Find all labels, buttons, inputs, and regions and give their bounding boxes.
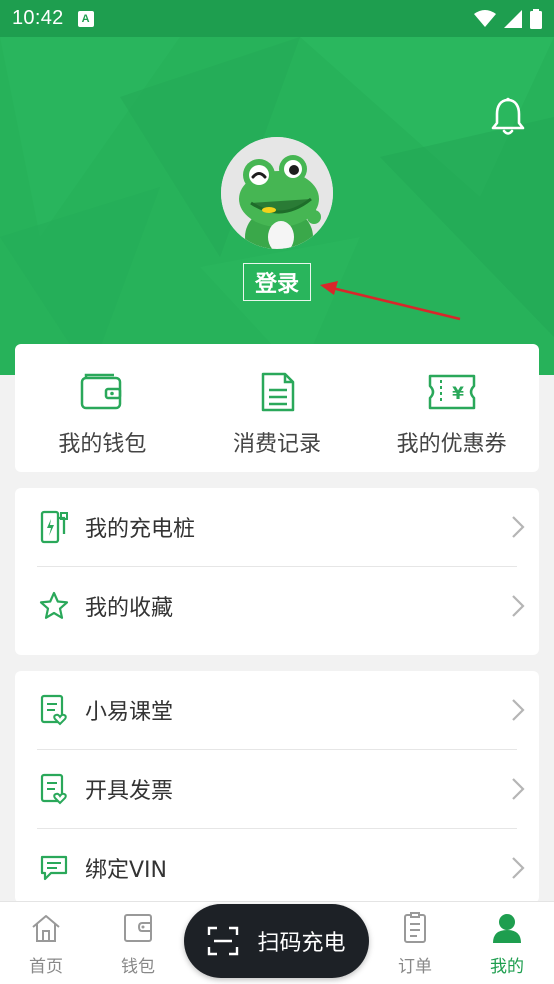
charger-icon bbox=[39, 510, 69, 544]
bell-icon[interactable] bbox=[490, 97, 526, 137]
order-icon bbox=[404, 912, 426, 943]
star-icon bbox=[39, 589, 69, 623]
nav-label: 我的 bbox=[490, 957, 524, 977]
quick-actions-card: 我的钱包 消费记录 ¥ 我的优惠券 bbox=[15, 344, 539, 472]
status-time: 10:42 bbox=[12, 7, 64, 29]
scan-charge-label: 扫码充电 bbox=[257, 931, 346, 956]
chevron-right-icon bbox=[512, 778, 525, 800]
menu-item-label: 小易课堂 bbox=[85, 700, 174, 725]
menu-item-my-charger[interactable]: 我的充电桩 bbox=[15, 488, 539, 566]
scan-icon bbox=[208, 926, 239, 956]
nav-profile[interactable]: 我的 bbox=[477, 912, 537, 977]
frog-mascot-icon bbox=[221, 137, 333, 249]
scan-charge-button[interactable]: 扫码充电 bbox=[184, 904, 369, 978]
menu-item-classroom[interactable]: 小易课堂 bbox=[15, 671, 539, 749]
login-button[interactable]: 登录 bbox=[243, 263, 311, 301]
menu-group-1: 我的充电桩 我的收藏 bbox=[15, 488, 539, 655]
chevron-right-icon bbox=[512, 857, 525, 879]
wifi-icon bbox=[474, 9, 496, 27]
profile-header: 登录 bbox=[0, 37, 554, 375]
nav-home[interactable]: 首页 bbox=[16, 912, 76, 977]
nav-wallet[interactable]: 钱包 bbox=[108, 912, 168, 977]
nav-label: 订单 bbox=[398, 957, 432, 977]
coupon-icon: ¥ bbox=[428, 374, 475, 410]
nav-orders[interactable]: 订单 bbox=[385, 912, 445, 977]
chevron-right-icon bbox=[512, 699, 525, 721]
quick-action-records[interactable]: 消费记录 bbox=[190, 344, 365, 472]
nav-label: 钱包 bbox=[121, 957, 155, 977]
battery-icon bbox=[530, 8, 542, 29]
menu-item-favorites[interactable]: 我的收藏 bbox=[15, 567, 539, 645]
quick-action-coupons[interactable]: ¥ 我的优惠券 bbox=[364, 344, 539, 472]
quick-action-label: 我的优惠券 bbox=[396, 432, 507, 457]
message-icon bbox=[39, 851, 69, 885]
menu-item-invoice[interactable]: 开具发票 bbox=[15, 750, 539, 828]
menu-item-label: 开具发票 bbox=[85, 779, 174, 804]
classroom-icon bbox=[39, 693, 69, 727]
signal-icon bbox=[504, 9, 522, 28]
document-icon bbox=[261, 372, 295, 412]
menu-group-2: 小易课堂 开具发票 绑定VIN bbox=[15, 671, 539, 903]
profile-icon bbox=[493, 914, 521, 943]
chevron-right-icon bbox=[512, 595, 525, 617]
chevron-right-icon bbox=[512, 516, 525, 538]
notification-badge-icon: A bbox=[77, 10, 94, 27]
status-bar: 10:42 A bbox=[0, 0, 554, 37]
quick-action-label: 消费记录 bbox=[233, 432, 322, 457]
wallet-icon bbox=[124, 914, 152, 942]
home-icon bbox=[32, 915, 60, 942]
wallet-icon bbox=[81, 373, 122, 410]
nav-label: 首页 bbox=[29, 957, 63, 977]
menu-item-label: 绑定VIN bbox=[85, 858, 167, 883]
quick-action-label: 我的钱包 bbox=[58, 432, 147, 457]
annotation-arrow-icon bbox=[320, 281, 461, 321]
invoice-icon bbox=[39, 772, 69, 806]
svg-text:¥: ¥ bbox=[452, 384, 464, 404]
menu-item-bind-vin[interactable]: 绑定VIN bbox=[15, 829, 539, 907]
quick-action-wallet[interactable]: 我的钱包 bbox=[15, 344, 190, 472]
status-icons bbox=[474, 8, 542, 29]
menu-item-label: 我的充电桩 bbox=[85, 517, 196, 542]
avatar[interactable] bbox=[221, 137, 333, 249]
menu-item-label: 我的收藏 bbox=[85, 596, 174, 621]
